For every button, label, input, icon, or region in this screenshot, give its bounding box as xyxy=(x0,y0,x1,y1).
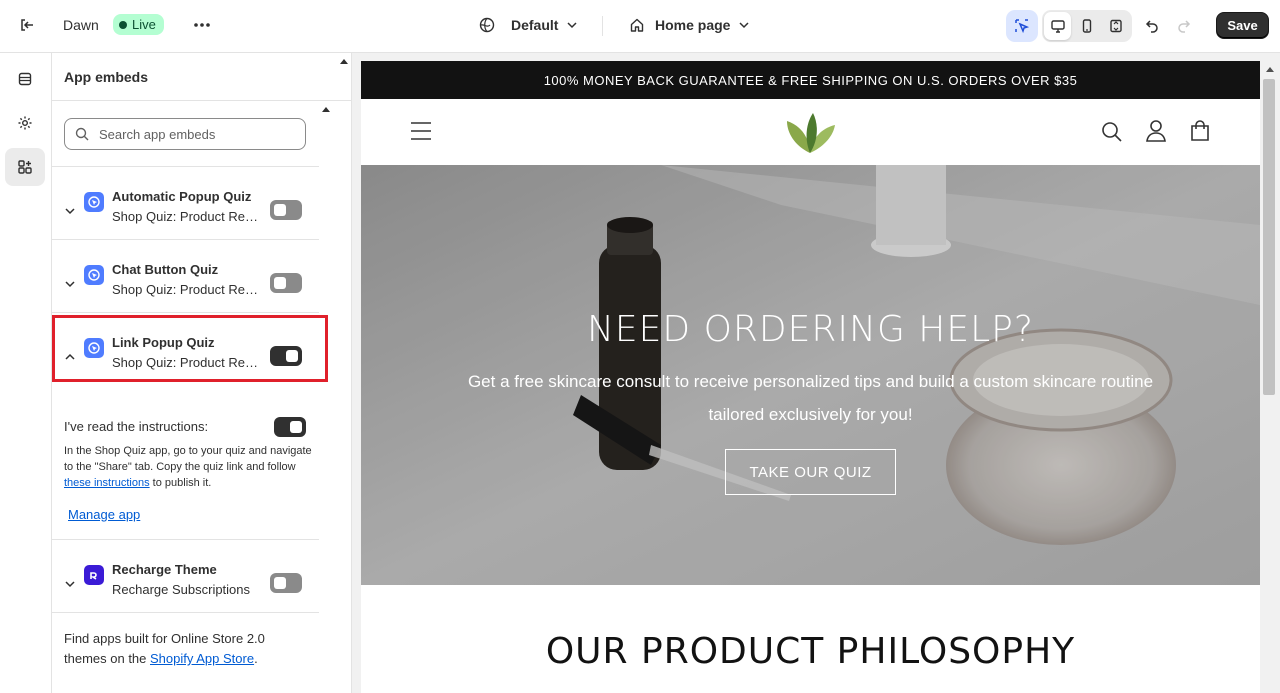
editor-rail xyxy=(0,53,52,693)
cart-icon[interactable] xyxy=(1189,119,1211,143)
embed-subtitle: Shop Quiz: Product Recommendation xyxy=(112,209,260,224)
highlight-box xyxy=(52,315,328,382)
search-icon[interactable] xyxy=(1101,121,1123,143)
account-icon[interactable] xyxy=(1145,119,1167,143)
instructions-toggle[interactable] xyxy=(274,417,306,437)
live-dot-icon xyxy=(119,20,127,29)
manage-app-link[interactable]: Manage app xyxy=(68,507,140,522)
embed-toggle[interactable] xyxy=(270,573,302,593)
app-embeds-panel: App embeds Automatic Popup Quiz Shop Qui… xyxy=(52,53,352,693)
shopify-app-store-link[interactable]: Shopify App Store xyxy=(150,651,254,666)
more-actions-icon[interactable] xyxy=(188,11,216,39)
instructions-text-after: to publish it. xyxy=(149,477,212,489)
save-button[interactable]: Save xyxy=(1216,12,1269,39)
instructions-label: I've read the instructions: xyxy=(64,419,209,434)
storefront-preview: 100% MONEY BACK GUARANTEE & FREE SHIPPIN… xyxy=(361,61,1260,693)
exit-icon[interactable] xyxy=(13,11,41,39)
mobile-view-icon[interactable] xyxy=(1073,12,1100,40)
home-icon xyxy=(630,18,644,32)
embed-item-automatic-popup-quiz[interactable]: Automatic Popup Quiz Shop Quiz: Product … xyxy=(52,182,319,242)
divider xyxy=(602,16,603,36)
recharge-app-icon xyxy=(84,565,104,585)
shop-quiz-app-icon xyxy=(84,192,104,212)
sections-icon[interactable] xyxy=(5,60,45,98)
embed-toggle[interactable] xyxy=(270,200,302,220)
redo-icon[interactable] xyxy=(1170,11,1198,39)
instructions-text-before: In the Shop Quiz app, go to your quiz an… xyxy=(64,445,312,473)
live-badge: Live xyxy=(113,14,164,35)
search-field[interactable] xyxy=(64,118,306,150)
globe-icon xyxy=(479,17,495,33)
instructions-text: In the Shop Quiz app, go to your quiz an… xyxy=(64,443,312,491)
hero-title: NEED ORDERING HELP? xyxy=(587,309,1034,350)
editor-topbar: Dawn Live Default Home page Save xyxy=(0,0,1280,53)
fullscreen-view-icon[interactable] xyxy=(1103,12,1130,40)
chevron-down-icon[interactable] xyxy=(63,277,77,291)
hamburger-menu-icon[interactable] xyxy=(409,121,433,141)
divider xyxy=(52,100,351,101)
preview-scroll-up-icon[interactable] xyxy=(1266,67,1274,72)
inspector-cursor-icon[interactable] xyxy=(1008,12,1036,40)
take-quiz-button[interactable]: TAKE OUR QUIZ xyxy=(725,449,896,495)
chevron-down-icon[interactable] xyxy=(63,577,77,591)
embed-item-chat-button-quiz[interactable]: Chat Button Quiz Shop Quiz: Product Reco… xyxy=(52,255,319,315)
search-icon xyxy=(75,127,89,141)
chevron-down-icon xyxy=(739,22,749,29)
these-instructions-link[interactable]: these instructions xyxy=(64,477,150,489)
theme-name: Dawn xyxy=(63,17,99,33)
divider xyxy=(52,612,319,613)
live-badge-label: Live xyxy=(132,17,156,32)
undo-icon[interactable] xyxy=(1138,11,1166,39)
divider xyxy=(52,312,319,313)
app-store-footer: Find apps built for Online Store 2.0 the… xyxy=(64,629,304,669)
divider xyxy=(52,166,319,167)
desktop-view-icon[interactable] xyxy=(1044,12,1072,40)
embed-toggle[interactable] xyxy=(270,273,302,293)
preview-scrollbar[interactable] xyxy=(1260,61,1280,693)
philosophy-heading: OUR PRODUCT PHILOSOPHY xyxy=(545,631,1076,672)
store-logo-leaves-icon[interactable] xyxy=(783,107,837,157)
divider xyxy=(52,239,319,240)
hero-banner: NEED ORDERING HELP? Get a free skincare … xyxy=(361,165,1260,585)
embed-item-recharge-theme[interactable]: Recharge Theme Recharge Subscriptions xyxy=(52,555,319,615)
footer-text-after: . xyxy=(254,651,258,666)
chevron-down-icon xyxy=(567,22,577,29)
template-dropdown[interactable]: Default xyxy=(479,17,578,33)
viewport-selector xyxy=(1042,10,1132,42)
embed-name: Automatic Popup Quiz xyxy=(112,189,252,204)
template-dropdown-label: Default xyxy=(511,17,559,33)
panel-title: App embeds xyxy=(64,69,149,85)
embed-subtitle: Shop Quiz: Product Recommendation xyxy=(112,282,260,297)
shop-quiz-app-icon xyxy=(84,265,104,285)
announcement-bar: 100% MONEY BACK GUARANTEE & FREE SHIPPIN… xyxy=(361,61,1260,99)
chevron-down-icon[interactable] xyxy=(63,204,77,218)
app-embeds-icon[interactable] xyxy=(5,148,45,186)
hero-subtitle: Get a free skincare consult to receive p… xyxy=(467,372,1154,424)
store-header xyxy=(361,99,1260,165)
embed-name: Chat Button Quiz xyxy=(112,262,219,277)
panel-scroll-up-icon[interactable] xyxy=(340,59,348,64)
search-input[interactable] xyxy=(99,126,289,142)
embed-name: Recharge Theme xyxy=(112,562,217,577)
page-dropdown[interactable]: Home page xyxy=(629,17,750,33)
list-scroll-up-icon[interactable] xyxy=(322,107,330,112)
preview-scrollbar-thumb[interactable] xyxy=(1263,79,1275,395)
theme-settings-gear-icon[interactable] xyxy=(5,104,45,142)
inspector-toggle[interactable] xyxy=(1006,10,1038,42)
page-dropdown-label: Home page xyxy=(655,17,731,33)
embed-subtitle: Recharge Subscriptions xyxy=(112,582,251,597)
divider xyxy=(52,539,319,540)
